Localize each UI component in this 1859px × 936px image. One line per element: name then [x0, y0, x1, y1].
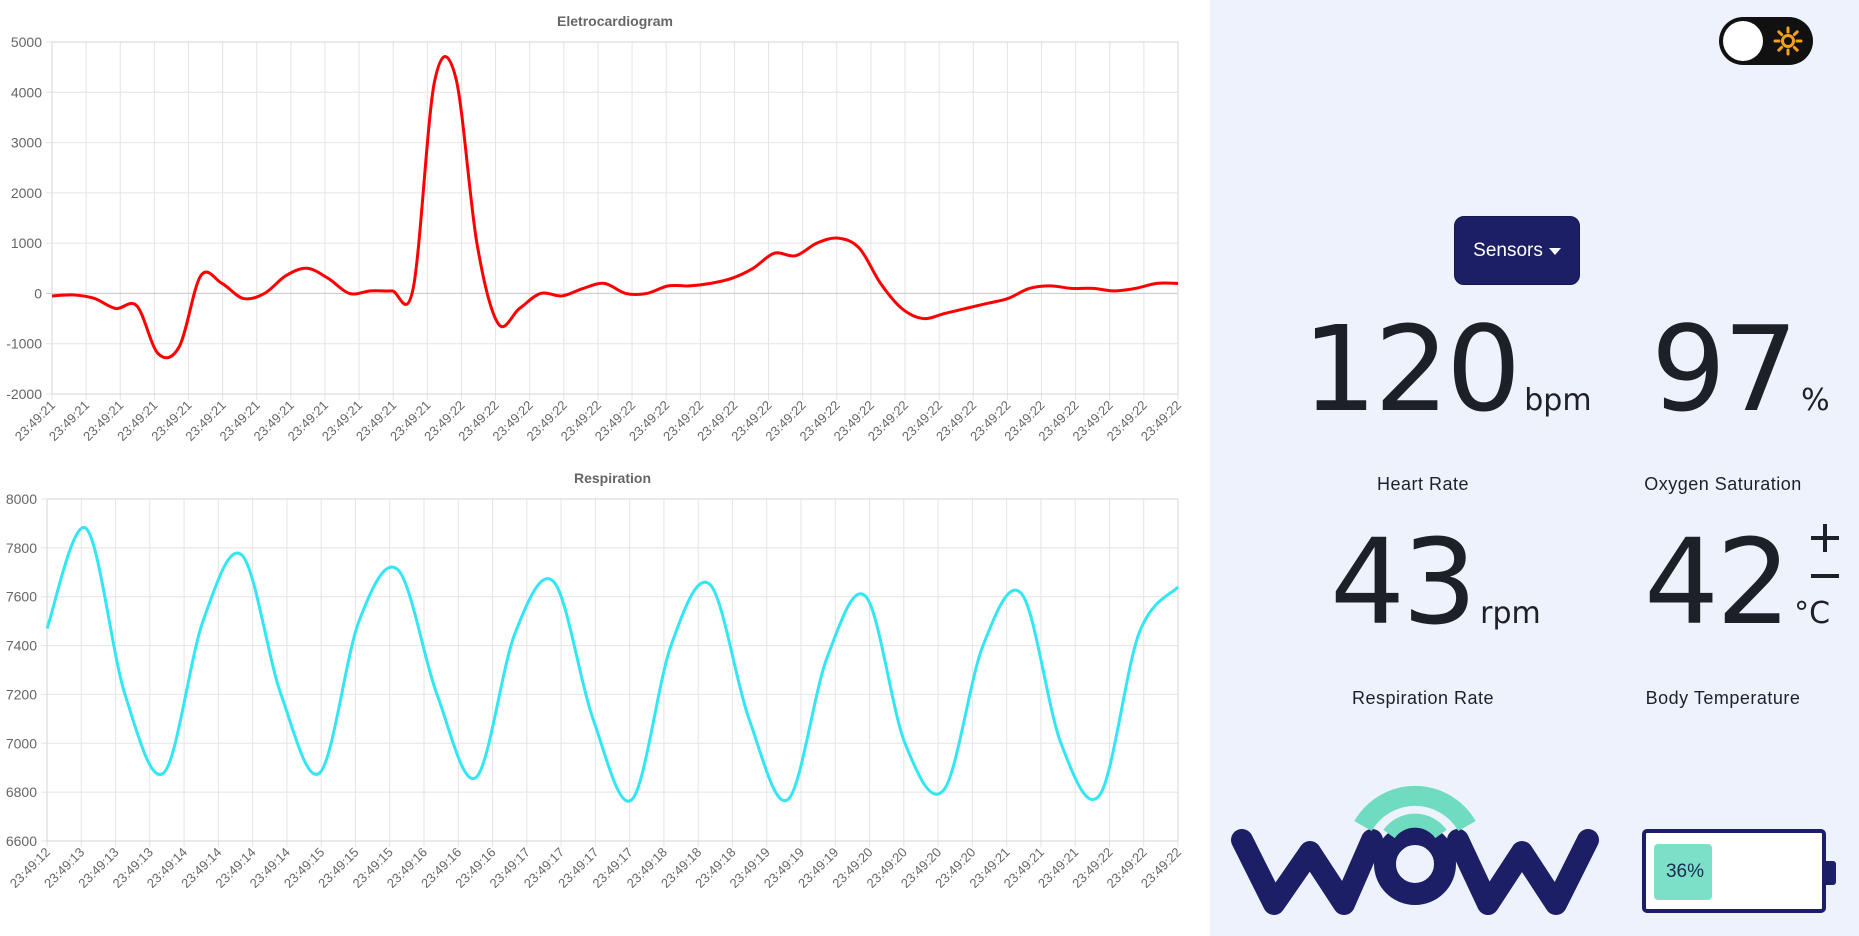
resp-series-line	[45, 526, 1180, 803]
resp-y-tick-label: 6800	[6, 784, 37, 800]
respiration-chart: Respiration23:49:1223:49:1323:49:1323:49…	[6, 470, 1184, 891]
ecg-y-tick-label: 5000	[11, 34, 42, 50]
resp-y-tick-label: 7200	[6, 686, 37, 702]
ecg-chart-title: Eletrocardiogram	[557, 13, 673, 29]
resp-y-tick-label: 7400	[6, 638, 37, 654]
ecg-plot-border	[51, 41, 1179, 395]
theme-toggle[interactable]	[1719, 17, 1813, 65]
ecg-y-tick-label: 2000	[11, 185, 42, 201]
temperature-number: 42	[1644, 513, 1791, 651]
temperature-unit: °C	[1794, 596, 1831, 631]
resp-y-tick-label: 7000	[6, 735, 37, 751]
heart-rate-number: 120	[1302, 300, 1521, 438]
ecg-y-tick-label: 3000	[11, 135, 42, 151]
temperature-adjust-icon[interactable]	[1808, 518, 1842, 578]
resp-y-tick-label: 7800	[6, 540, 37, 556]
wow-logo	[1231, 785, 1599, 915]
heart-rate-value: 120 bpm	[1302, 310, 1592, 428]
ecg-y-tick-label: -2000	[6, 386, 42, 402]
ecg-y-tick-label: 1000	[11, 235, 42, 251]
toggle-knob[interactable]	[1723, 21, 1763, 61]
charts-panel: Eletrocardiogram 23:49:21 23:49:21 23:49:21…	[0, 0, 1210, 936]
ecg-y-tick-label: -1000	[6, 336, 42, 352]
ecg-series-line	[51, 55, 1179, 360]
temperature-label: Body Temperature	[1645, 688, 1801, 708]
respiration-number: 43	[1330, 513, 1477, 651]
battery-percent: 36%	[1665, 861, 1705, 882]
sun-icon	[1773, 26, 1803, 56]
respiration-label: Respiration Rate	[1351, 688, 1495, 708]
sensors-button-label: Sensors	[1473, 239, 1543, 261]
resp-y-tick-label: 7600	[6, 589, 37, 605]
heart-rate-unit: bpm	[1524, 383, 1592, 418]
battery-tip	[1826, 861, 1836, 885]
respiration-unit: rpm	[1480, 596, 1541, 631]
oxygen-value: 97%	[1651, 310, 1830, 428]
respiration-value: 43 rpm	[1330, 523, 1541, 641]
resp-chart-title: Respiration	[574, 470, 651, 486]
temperature-value: 42 °C	[1644, 523, 1830, 641]
oxygen-unit: %	[1801, 383, 1830, 418]
ecg-y-tick-label: 0	[34, 285, 42, 301]
heart-rate-label: Heart Rate	[1376, 474, 1470, 494]
resp-y-tick-label: 8000	[6, 491, 37, 507]
battery-indicator: 36%	[1642, 829, 1826, 913]
caret-down-icon	[1548, 248, 1561, 255]
resp-y-tick-label: 6600	[6, 833, 37, 849]
oxygen-label: Oxygen Saturation	[1644, 474, 1802, 494]
resp-plot-border	[46, 498, 1179, 842]
ecg-y-tick-label: 4000	[11, 84, 42, 100]
ecg-chart: Eletrocardiogram23:49:2123:49:2123:49:21…	[6, 13, 1184, 444]
sensors-dropdown-button[interactable]: Sensors	[1454, 216, 1580, 285]
oxygen-number: 97	[1651, 300, 1798, 438]
